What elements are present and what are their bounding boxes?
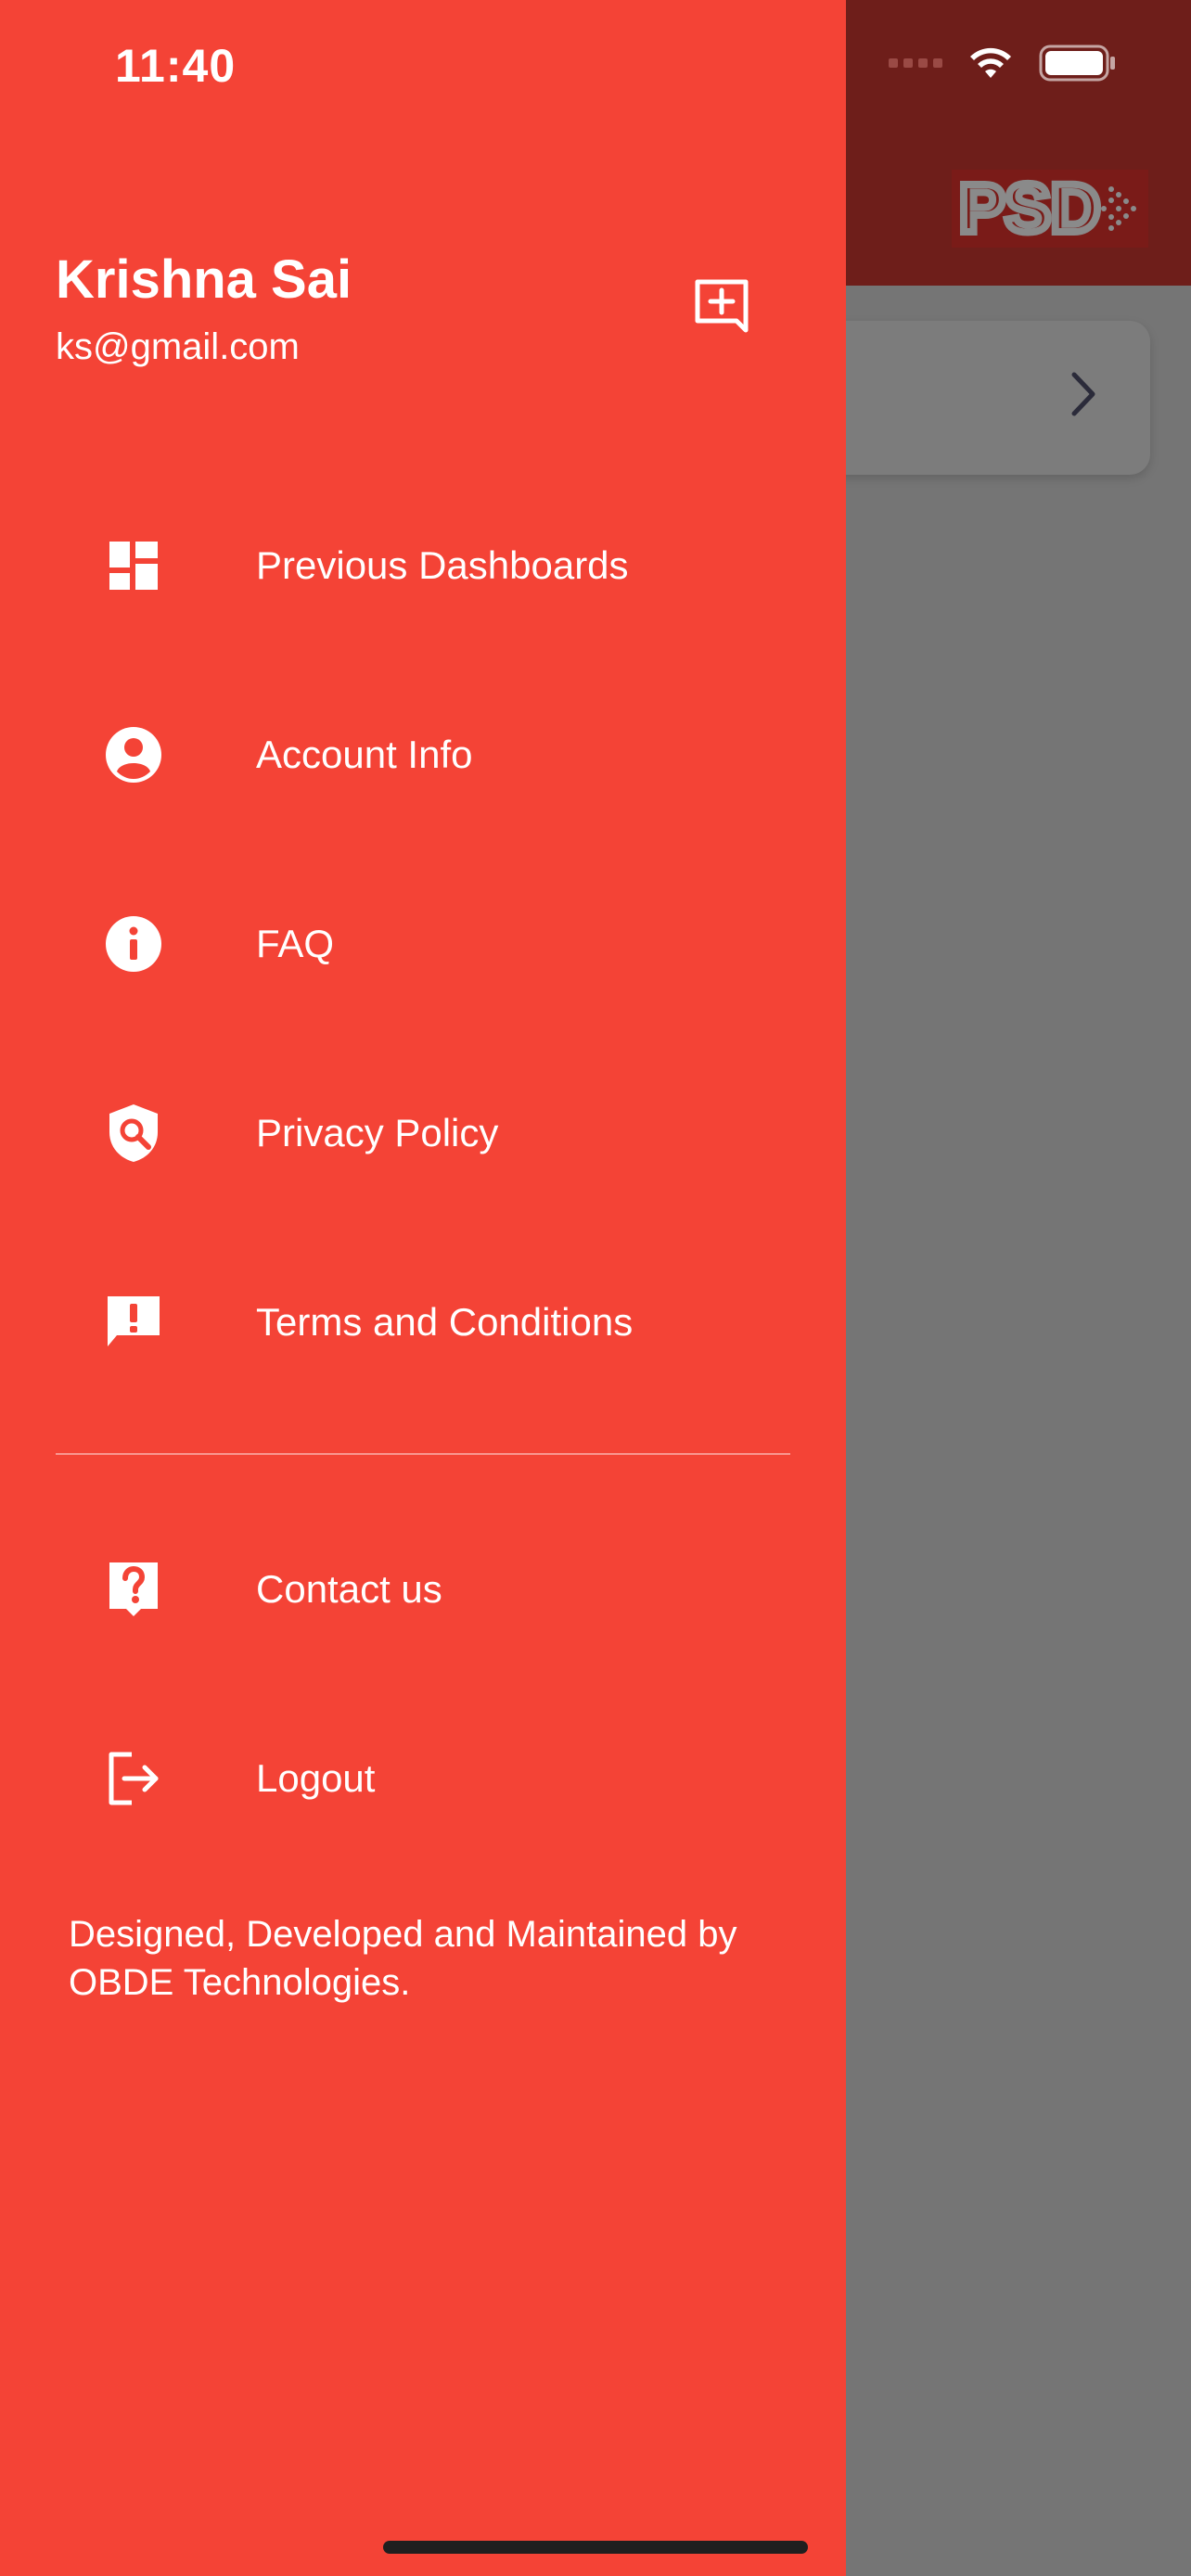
menu-item-label: Contact us	[256, 1567, 442, 1611]
dashboard-card	[798, 321, 1150, 475]
status-time: 11:40	[115, 40, 237, 92]
feedback-icon	[102, 1291, 165, 1354]
menu-item-privacy-policy[interactable]: Privacy Policy	[0, 1059, 846, 1207]
logout-icon	[102, 1747, 165, 1810]
account-circle-icon	[102, 723, 165, 786]
user-email: ks@gmail.com	[56, 326, 300, 367]
footer-credit: Designed, Developed and Maintained by OB…	[69, 1910, 811, 2007]
svg-text:PSD: PSD	[959, 172, 1100, 245]
footer-credit-line: Designed, Developed and Maintained by	[69, 1914, 737, 1955]
menu-item-label: Terms and Conditions	[256, 1300, 634, 1344]
home-indicator	[383, 2541, 808, 2554]
help-icon	[102, 1558, 165, 1621]
footer-credit-line: OBDE Technologies.	[69, 1962, 411, 2003]
navigation-drawer: 11:40 Krishna Sai ks@gmail.com Previous …	[0, 0, 846, 2576]
privacy-shield-icon	[102, 1102, 165, 1165]
status-indicators	[889, 45, 1117, 82]
menu-item-faq[interactable]: FAQ	[0, 870, 846, 1018]
menu-item-logout[interactable]: Logout	[0, 1704, 846, 1853]
user-name: Krishna Sai	[56, 249, 352, 310]
menu-item-account-info[interactable]: Account Info	[0, 681, 846, 829]
dashboard-icon	[102, 534, 165, 597]
info-icon	[102, 912, 165, 976]
chevron-right-icon	[1071, 372, 1095, 416]
menu-item-label: FAQ	[256, 922, 335, 965]
cellular-signal-icon	[889, 58, 942, 68]
add-comment-icon	[695, 279, 749, 333]
menu-item-contact-us[interactable]: Contact us	[0, 1515, 846, 1664]
menu-divider	[56, 1453, 790, 1455]
menu-item-terms-and-conditions[interactable]: Terms and Conditions	[0, 1248, 846, 1396]
menu-item-previous-dashboards[interactable]: Previous Dashboards	[0, 491, 846, 640]
menu-item-label: Previous Dashboards	[256, 543, 629, 587]
battery-icon	[1039, 45, 1115, 82]
menu-item-label: Privacy Policy	[256, 1111, 499, 1154]
app-logo: PSD	[952, 170, 1148, 248]
menu-item-label: Account Info	[256, 733, 473, 776]
menu-item-label: Logout	[256, 1756, 376, 1800]
wifi-icon	[970, 47, 1011, 78]
add-comment-button[interactable]	[685, 269, 759, 343]
